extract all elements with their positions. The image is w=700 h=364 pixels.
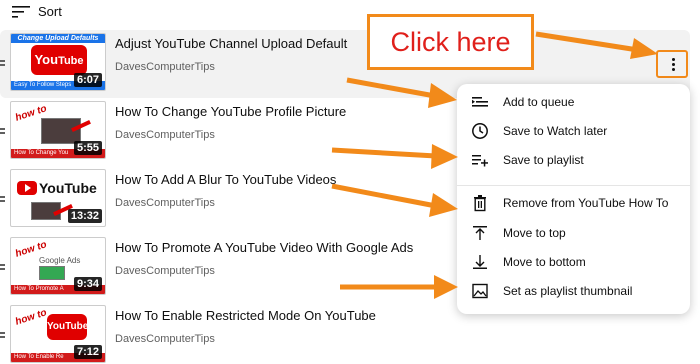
menu-item-save-to-watch-later[interactable]: Save to Watch later [457,117,690,145]
add-to-queue-icon [472,97,488,107]
video-title[interactable]: How To Enable Restricted Mode On YouTube [115,308,376,323]
callout-arrow-icon [535,31,658,59]
video-title[interactable]: How To Promote A YouTube Video With Goog… [115,240,413,255]
video-thumbnail[interactable]: how to YouTube How To Enable Re 7:12 [10,305,106,363]
move-to-top-icon [473,226,487,240]
video-title[interactable]: Adjust YouTube Channel Upload Default [115,36,347,51]
click-here-callout: Click here [367,14,534,70]
video-thumbnail[interactable]: how to Google Ads How To Promote A 9:34 [10,237,106,295]
video-thumbnail[interactable]: YouTube 13:32 [10,169,106,227]
playlist-add-icon [472,155,488,167]
video-duration: 9:34 [73,277,102,291]
menu-item-label: Save to playlist [503,153,584,167]
video-duration: 6:07 [73,73,102,87]
trash-icon [474,195,486,212]
menu-item-label: Remove from YouTube How To [503,196,669,210]
menu-item-label: Move to bottom [503,255,586,269]
youtube-logo: YouTube [17,177,103,199]
youtube-logo: YouTube [31,45,87,75]
video-title[interactable]: How To Change YouTube Profile Picture [115,104,346,119]
drag-handle[interactable] [0,264,6,270]
thumbnail-caption: Change Upload Defaults [11,34,105,43]
menu-divider [457,185,690,186]
video-duration: 7:12 [73,345,102,359]
channel-name[interactable]: DavesComputerTips [115,333,215,345]
thumbnail-caption: how to [14,307,49,328]
menu-item-label: Add to queue [503,95,575,109]
sort-button[interactable]: Sort [38,4,62,19]
video-title[interactable]: How To Add A Blur To YouTube Videos [115,172,336,187]
channel-name[interactable]: DavesComputerTips [115,197,215,209]
menu-item-save-to-playlist[interactable]: Save to playlist [457,146,690,174]
clock-icon [472,123,488,139]
menu-item-label: Move to top [503,226,566,240]
more-actions-button[interactable] [656,50,688,78]
menu-item-label: Save to Watch later [503,124,608,138]
channel-name[interactable]: DavesComputerTips [115,61,215,73]
menu-item-set-thumbnail[interactable]: Set as playlist thumbnail [457,277,690,305]
channel-name[interactable]: DavesComputerTips [115,129,215,141]
image-icon [472,283,488,299]
pointer-arrow-thumbnail-icon [340,275,458,299]
menu-item-move-to-bottom[interactable]: Move to bottom [457,248,690,276]
video-duration: 13:32 [67,209,102,223]
menu-item-label: Set as playlist thumbnail [503,284,633,298]
menu-item-move-to-top[interactable]: Move to top [457,219,690,247]
video-action-menu: Add to queue Save to Watch later Save to… [457,84,690,314]
move-to-bottom-icon [473,255,487,269]
video-duration: 5:55 [73,141,102,155]
youtube-logo: YouTube [47,314,88,340]
channel-name[interactable]: DavesComputerTips [115,265,215,277]
kebab-icon [672,58,675,61]
drag-handle[interactable] [0,332,6,338]
callout-text: Click here [390,27,511,57]
drag-handle[interactable] [0,196,6,202]
pointer-arrow-playlist-icon [331,144,458,169]
menu-item-remove[interactable]: Remove from YouTube How To [457,189,690,217]
thumbnail-chart [39,266,65,280]
video-thumbnail[interactable]: how to How To Change You 5:55 [10,101,106,159]
drag-handle[interactable] [0,60,6,66]
sort-icon[interactable] [12,5,30,19]
drag-handle[interactable] [0,128,6,134]
sort-bar: Sort [0,0,700,26]
video-thumbnail[interactable]: Change Upload Defaults YouTube Easy To F… [10,33,106,91]
google-ads-logo: Google Ads [39,256,81,265]
menu-item-add-to-queue[interactable]: Add to queue [457,88,690,116]
pointer-arrow-queue-icon [346,77,457,108]
pointer-arrow-remove-icon [331,184,458,217]
